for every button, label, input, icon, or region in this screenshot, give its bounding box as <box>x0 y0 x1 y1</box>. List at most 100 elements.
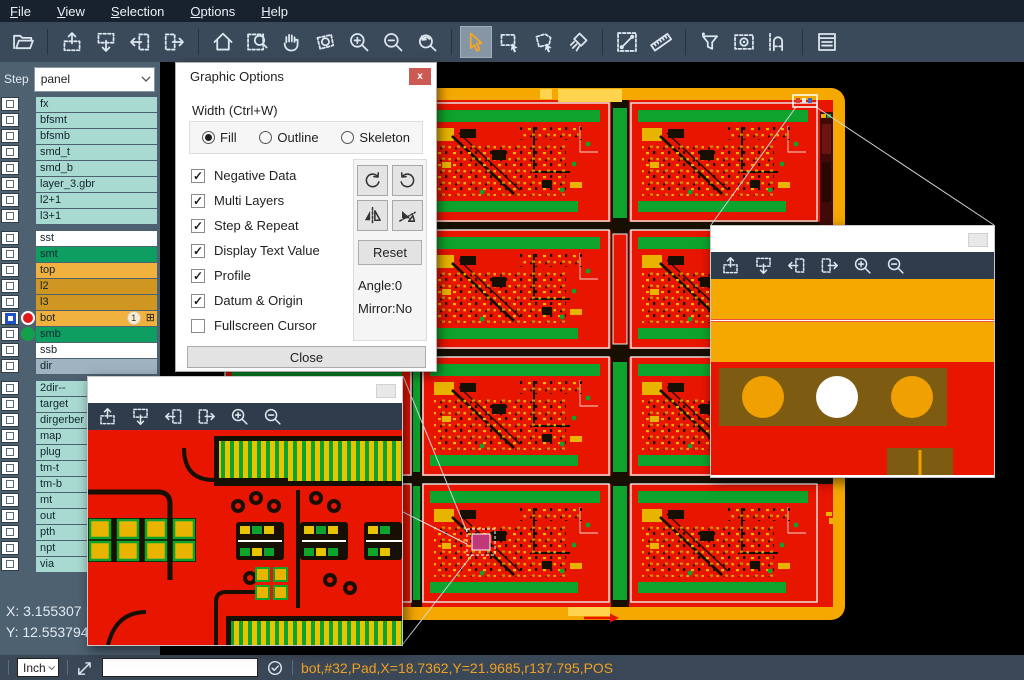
pan-up-icon[interactable] <box>721 256 740 275</box>
radio-outline[interactable]: Outline <box>259 130 318 145</box>
command-input[interactable] <box>102 658 258 677</box>
window-button[interactable] <box>376 384 396 398</box>
layer-row-layer-3-gbr[interactable]: layer_3.gbr <box>1 176 160 192</box>
zoom-out-icon[interactable] <box>378 27 408 57</box>
layer-row-smd-b[interactable]: smd_b <box>1 160 160 176</box>
layer-name[interactable]: smd_t <box>36 145 157 160</box>
window-title-bar[interactable] <box>711 226 994 252</box>
layer-visibility-checkbox[interactable] <box>1 493 19 507</box>
zoom-out-icon[interactable] <box>886 256 905 275</box>
select-cursor-icon[interactable] <box>461 27 491 57</box>
menu-options[interactable]: Options <box>190 4 235 19</box>
pan-left-icon[interactable] <box>164 407 183 426</box>
pan-down-icon[interactable] <box>91 27 121 57</box>
layer-row-bfsmb[interactable]: bfsmb <box>1 128 160 144</box>
layer-name[interactable]: smd_b <box>36 161 157 176</box>
apply-check-icon[interactable] <box>266 659 284 677</box>
layer-visibility-checkbox[interactable] <box>1 129 19 143</box>
pan-left-icon[interactable] <box>125 27 155 57</box>
layer-visibility-checkbox[interactable] <box>1 279 19 293</box>
checkbox-multi-layers[interactable]: ✓Multi Layers <box>191 188 351 213</box>
checkbox-datum-origin[interactable]: ✓Datum & Origin <box>191 288 351 313</box>
step-select[interactable]: panel <box>34 67 155 92</box>
menu-file[interactable]: File <box>10 4 31 19</box>
layer-visibility-checkbox[interactable] <box>1 381 19 395</box>
pan-hand-icon[interactable] <box>276 27 306 57</box>
layer-visibility-checkbox[interactable] <box>1 429 19 443</box>
layer-visibility-checkbox[interactable] <box>1 113 19 127</box>
menu-view[interactable]: View <box>57 4 85 19</box>
snap-magnet-icon[interactable] <box>763 27 793 57</box>
pan-left-icon[interactable] <box>787 256 806 275</box>
layer-row-l3-1[interactable]: l3+1 <box>1 208 160 224</box>
checkbox-fullscreen-cursor[interactable]: Fullscreen Cursor <box>191 313 351 338</box>
view-area-icon[interactable] <box>729 27 759 57</box>
checkbox-negative-data[interactable]: ✓Negative Data <box>191 163 351 188</box>
checkbox-step-repeat[interactable]: ✓Step & Repeat <box>191 213 351 238</box>
layer-visibility-checkbox[interactable] <box>1 461 19 475</box>
zoom-in-icon[interactable] <box>853 256 872 275</box>
zoom-in-icon[interactable] <box>344 27 374 57</box>
layer-row-ssb[interactable]: ssb <box>1 342 160 358</box>
zoom-in-icon[interactable] <box>230 407 249 426</box>
zoom-polygon-icon[interactable] <box>310 27 340 57</box>
layer-name[interactable]: bfsmb <box>36 129 157 144</box>
layer-row-smb[interactable]: smb <box>1 326 160 342</box>
pan-right-icon[interactable] <box>197 407 216 426</box>
clean-brush-icon[interactable] <box>563 27 593 57</box>
layer-name[interactable]: l3 <box>36 295 157 310</box>
layer-row-l2[interactable]: l2 <box>1 278 160 294</box>
layer-visibility-checkbox[interactable] <box>1 311 19 325</box>
layer-name[interactable]: smt <box>36 247 157 262</box>
radio-fill[interactable]: Fill <box>202 130 237 145</box>
layer-visibility-checkbox[interactable] <box>1 247 19 261</box>
layer-visibility-checkbox[interactable] <box>1 209 19 223</box>
layer-visibility-checkbox[interactable] <box>1 193 19 207</box>
layer-visibility-checkbox[interactable] <box>1 525 19 539</box>
layer-visibility-checkbox[interactable] <box>1 445 19 459</box>
rotate-ccw-button[interactable] <box>392 165 423 196</box>
layer-name[interactable]: layer_3.gbr <box>36 177 157 192</box>
measure-distance-icon[interactable] <box>612 27 642 57</box>
layer-row-bfsmt[interactable]: bfsmt <box>1 112 160 128</box>
flip-vertical-button[interactable] <box>392 200 423 231</box>
layer-list-panel-icon[interactable] <box>812 27 842 57</box>
layer-name[interactable]: bfsmt <box>36 113 157 128</box>
layer-row-fx[interactable]: fx <box>1 96 160 112</box>
layer-row-l3[interactable]: l3 <box>1 294 160 310</box>
layer-name[interactable]: dir <box>36 359 157 374</box>
corner-angle-icon[interactable] <box>76 659 94 677</box>
pan-right-icon[interactable] <box>159 27 189 57</box>
layer-row-dir[interactable]: dir <box>1 358 160 374</box>
layer-name[interactable]: ssb <box>36 343 157 358</box>
zoom-area-icon[interactable] <box>242 27 272 57</box>
layer-row-l2-1[interactable]: l2+1 <box>1 192 160 208</box>
layer-visibility-checkbox[interactable] <box>1 477 19 491</box>
pan-down-icon[interactable] <box>131 407 150 426</box>
layer-visibility-checkbox[interactable] <box>1 295 19 309</box>
menu-help[interactable]: Help <box>261 4 288 19</box>
polygon-select-icon[interactable] <box>529 27 559 57</box>
checkbox-display-text-value[interactable]: ✓Display Text Value <box>191 238 351 263</box>
layer-name[interactable]: sst <box>36 231 157 246</box>
checkbox-profile[interactable]: ✓Profile <box>191 263 351 288</box>
pan-right-icon[interactable] <box>820 256 839 275</box>
zoom-out-icon[interactable] <box>263 407 282 426</box>
window-button[interactable] <box>968 233 988 247</box>
flip-horizontal-button[interactable] <box>357 200 388 231</box>
magnifier1-view[interactable] <box>88 430 402 645</box>
reset-button[interactable]: Reset <box>358 240 422 265</box>
open-folder-icon[interactable] <box>8 27 38 57</box>
layer-name[interactable]: l2 <box>36 279 157 294</box>
layer-row-smd-t[interactable]: smd_t <box>1 144 160 160</box>
layer-name[interactable]: smb <box>36 327 157 342</box>
layer-visibility-checkbox[interactable] <box>1 343 19 357</box>
close-button[interactable]: Close <box>187 346 426 368</box>
layer-name[interactable]: l3+1 <box>36 209 157 224</box>
layer-visibility-checkbox[interactable] <box>1 413 19 427</box>
layer-visibility-checkbox[interactable] <box>1 327 19 341</box>
magnifier2-view[interactable] <box>711 279 994 475</box>
layer-visibility-checkbox[interactable] <box>1 557 19 571</box>
layer-name[interactable]: top <box>36 263 157 278</box>
pan-up-icon[interactable] <box>57 27 87 57</box>
